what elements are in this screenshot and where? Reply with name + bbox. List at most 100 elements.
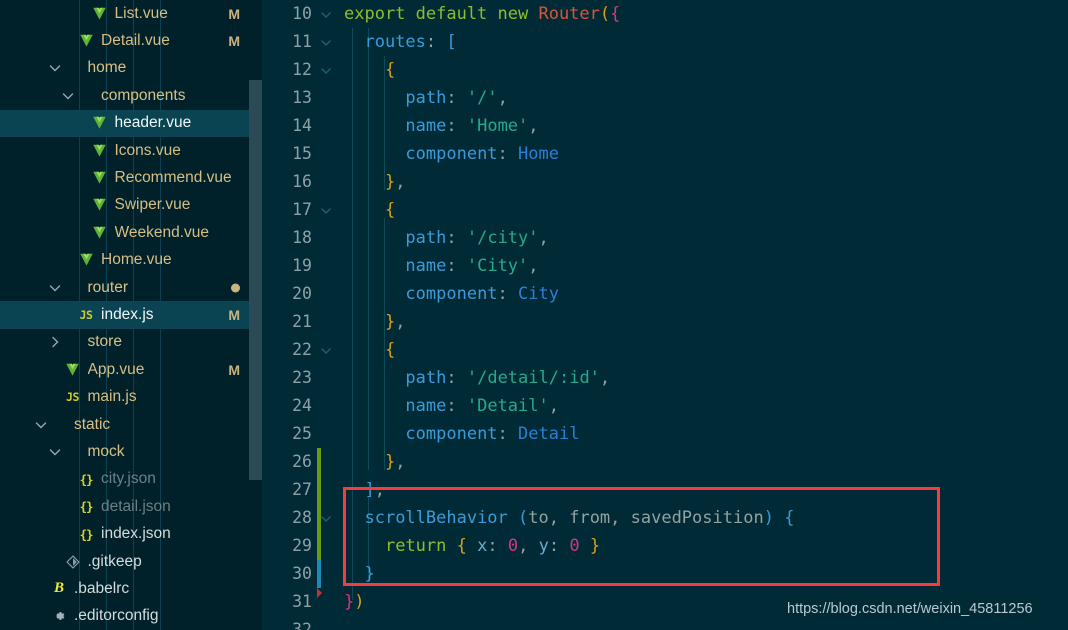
vue-file-icon [76, 32, 96, 50]
code-token: name [405, 256, 447, 276]
code-token: { [384, 340, 396, 360]
file-tree-item-components[interactable]: components [0, 82, 262, 109]
file-tree-item-icons-vue[interactable]: Icons.vue [0, 137, 262, 164]
code-line[interactable]: 18 path: '/city', [262, 224, 1068, 252]
fold-chevron-icon[interactable] [320, 504, 334, 525]
chevron-down-icon[interactable] [60, 88, 76, 104]
file-tree-item-static[interactable]: static [0, 411, 262, 438]
file-tree-item-list-vue[interactable]: List.vue M [0, 0, 262, 27]
line-number: 18 [292, 228, 312, 247]
file-tree-item-header-vue[interactable]: header.vue [0, 109, 262, 137]
code-line[interactable]: 32 [262, 616, 1068, 630]
code-token: name [405, 396, 447, 416]
file-tree-item-swiper-vue[interactable]: Swiper.vue [0, 192, 262, 219]
code-line[interactable]: 22 { [262, 336, 1068, 364]
file-tree-item-babelrc[interactable]: B .babelrc [0, 575, 262, 602]
file-tree-item-gitkeep[interactable]: .gitkeep [0, 548, 262, 575]
code-line[interactable]: 25 component: Detail [262, 420, 1068, 448]
code-token: '/' [466, 88, 498, 108]
code-token: component [405, 284, 498, 304]
git-gutter-modified[interactable] [317, 560, 321, 588]
code-token: 'City' [466, 256, 529, 276]
code-line[interactable]: 13 path: '/', [262, 84, 1068, 112]
line-number: 32 [292, 620, 312, 630]
file-tree-item-app-vue[interactable]: App.vue M [0, 356, 262, 383]
fold-chevron-icon[interactable] [320, 336, 334, 357]
file-tree-item-city-json[interactable]: {} city.json [0, 466, 262, 493]
code-line[interactable]: 10 export default new Router({ [262, 0, 1068, 28]
line-number: 17 [292, 200, 312, 219]
code-line[interactable]: 12 { [262, 56, 1068, 84]
code-line[interactable]: 16 }, [262, 168, 1068, 196]
folder-icon [63, 279, 83, 297]
file-tree-item-label: Icons.vue [114, 141, 181, 159]
code-line[interactable]: 14 name: 'Home', [262, 112, 1068, 140]
chevron-down-icon[interactable] [47, 60, 63, 76]
code-line[interactable]: 27 ], [262, 476, 1068, 504]
file-tree-item-label: App.vue [87, 360, 145, 378]
file-explorer-sidebar[interactable]: List.vue M Detail.vue Mhome components header… [0, 0, 262, 630]
code-line[interactable]: 15 component: Home [262, 140, 1068, 168]
code-token: , [548, 396, 559, 416]
code-line[interactable]: 11 routes: [ [262, 28, 1068, 56]
file-tree-item-weekend-vue[interactable]: Weekend.vue [0, 219, 262, 246]
code-line[interactable]: 19 name: 'City', [262, 252, 1068, 280]
file-tree-item-router[interactable]: router [0, 274, 262, 301]
code-line[interactable]: 26 }, [262, 448, 1068, 476]
vue-file-icon [90, 196, 110, 214]
git-gutter-added[interactable] [317, 448, 321, 560]
code-line[interactable]: 29 return { x: 0, y: 0 } [262, 532, 1068, 560]
line-number: 25 [292, 424, 312, 443]
code-token: to, from, savedPosition [528, 508, 764, 528]
code-line[interactable]: 20 component: City [262, 280, 1068, 308]
code-token: ( [518, 508, 529, 528]
gear-icon [49, 607, 69, 625]
code-token: component [405, 424, 498, 444]
file-tree-item-recommend-vue[interactable]: Recommend.vue [0, 164, 262, 191]
fold-chevron-icon[interactable] [320, 56, 334, 77]
code-editor[interactable]: 10 export default new Router({11 routes: … [262, 0, 1068, 630]
fold-chevron-icon[interactable] [320, 0, 334, 21]
sidebar-scrollbar-thumb[interactable] [249, 80, 262, 480]
chevron-down-icon[interactable] [47, 280, 63, 296]
js-file-icon: JS [79, 307, 93, 322]
code-line[interactable]: 28 scrollBehavior (to, from, savedPositi… [262, 504, 1068, 532]
folder-icon [49, 416, 69, 434]
chevron-right-icon[interactable] [47, 334, 63, 350]
file-tree-item-home-vue[interactable]: Home.vue [0, 247, 262, 274]
code-token: , [395, 452, 406, 472]
fold-chevron-icon[interactable] [320, 196, 334, 217]
file-tree-item-mock[interactable]: mock [0, 438, 262, 465]
code-line[interactable]: 30 } [262, 560, 1068, 588]
file-tree-item-home[interactable]: home [0, 55, 262, 82]
code-line[interactable]: 24 name: 'Detail', [262, 392, 1068, 420]
code-line[interactable]: 23 path: '/detail/:id', [262, 364, 1068, 392]
file-tree-item-detail-vue[interactable]: Detail.vue M [0, 27, 262, 54]
code-line[interactable]: 21 }, [262, 308, 1068, 336]
sidebar-scrollbar[interactable] [249, 0, 262, 630]
file-tree-item-store[interactable]: store [0, 329, 262, 356]
file-tree-item-index-json[interactable]: {} index.json [0, 520, 262, 547]
babel-file-icon: B [53, 580, 64, 597]
fold-chevron-icon[interactable] [320, 28, 334, 49]
git-gutter-deleted[interactable] [317, 588, 322, 598]
code-line[interactable]: 17 { [262, 196, 1068, 224]
code-token: : [487, 536, 508, 556]
file-tree-item-index-js[interactable]: JS index.js M [0, 301, 262, 329]
chevron-placeholder [60, 471, 76, 487]
code-content[interactable]: 10 export default new Router({11 routes: … [262, 0, 1068, 630]
code-token: , [497, 88, 508, 108]
file-tree-item-main-js[interactable]: JS main.js [0, 383, 262, 410]
file-tree[interactable]: List.vue M Detail.vue Mhome components header… [0, 0, 262, 630]
chevron-down-icon[interactable] [33, 417, 49, 433]
file-tree-item-editorconfig[interactable]: .editorconfig [0, 603, 262, 630]
chevron-down-icon[interactable] [47, 444, 63, 460]
json-file-icon: {} [79, 499, 94, 515]
file-tree-item-detail-json[interactable]: {} detail.json [0, 493, 262, 520]
